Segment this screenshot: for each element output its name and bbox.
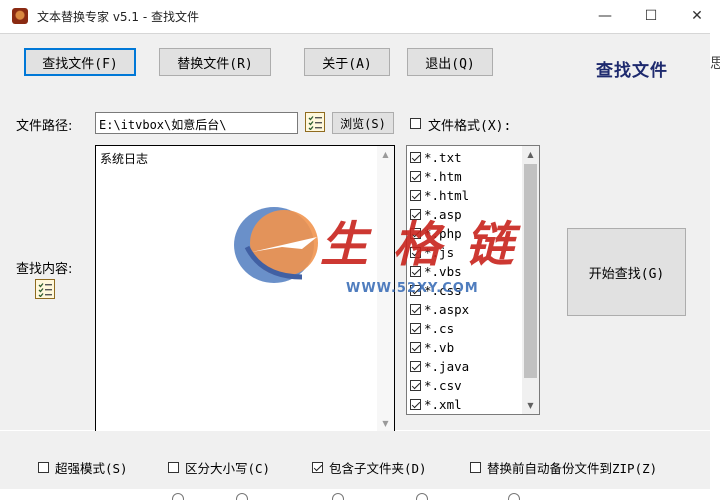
scroll-up-icon[interactable]: ▲ (522, 146, 539, 163)
radio-button[interactable] (416, 493, 428, 500)
format-list-scrollbar[interactable]: ▲ ▼ (522, 146, 539, 414)
format-label: *.vb (424, 340, 455, 355)
format-label: *.htm (424, 169, 462, 184)
super-mode-label: 超强模式(S) (55, 461, 128, 476)
format-item[interactable]: *.vb (410, 338, 522, 357)
format-item[interactable]: *.htm (410, 167, 522, 186)
about-button[interactable]: 关于(A) (304, 48, 390, 76)
replace-files-button[interactable]: 替换文件(R) (159, 48, 271, 76)
radio-button[interactable] (332, 493, 344, 500)
toolbar: 查找文件(F) 替换文件(R) 关于(A) 退出(Q) 查找文件 (0, 33, 710, 91)
scroll-thumb[interactable] (524, 164, 537, 378)
file-path-label: 文件路径: (16, 119, 73, 134)
format-checkbox[interactable] (410, 399, 421, 410)
format-item[interactable]: *.xml (410, 395, 522, 414)
backup-zip-option[interactable]: 替换前自动备份文件到ZIP(Z) (470, 458, 657, 477)
format-checkbox[interactable] (410, 361, 421, 372)
case-sensitive-checkbox[interactable] (168, 462, 179, 473)
browse-button[interactable]: 浏览(S) (332, 112, 394, 134)
radio-button[interactable] (508, 493, 520, 500)
scroll-down-icon[interactable]: ▼ (522, 397, 539, 414)
case-sensitive-label: 区分大小写(C) (185, 461, 271, 476)
bottom-radio-row (0, 489, 720, 500)
format-item[interactable]: *.txt (410, 148, 522, 167)
format-checkbox[interactable] (410, 152, 421, 163)
radio-button[interactable] (236, 493, 248, 500)
minimize-icon: — (598, 8, 612, 24)
watermark-logo: 生 格 链 WWW.52XY.COM (222, 197, 522, 307)
minimize-button[interactable]: — (582, 0, 628, 32)
format-checkbox[interactable] (410, 171, 421, 182)
super-mode-checkbox[interactable] (38, 462, 49, 473)
file-format-label: 文件格式(X): (428, 119, 512, 134)
title-bar: 文本替换专家 v5.1 - 查找文件 — ☐ ✕ (0, 0, 720, 32)
radio-button[interactable] (172, 493, 184, 500)
format-checkbox[interactable] (410, 380, 421, 391)
file-format-checkbox[interactable] (410, 118, 421, 129)
scroll-up-icon[interactable]: ▲ (377, 146, 394, 163)
start-search-button[interactable]: 开始查找(G) (567, 228, 686, 316)
find-files-button[interactable]: 查找文件(F) (24, 48, 136, 76)
format-checkbox[interactable] (410, 323, 421, 334)
format-label: *.csv (424, 378, 462, 393)
checklist-icon[interactable] (305, 112, 325, 132)
scroll-down-icon[interactable]: ▼ (377, 415, 394, 432)
super-mode-option[interactable]: 超强模式(S) (38, 458, 128, 477)
format-label: *.cs (424, 321, 455, 336)
edge-glyph: 思 (710, 56, 720, 72)
watermark-url: WWW.52XY.COM (346, 281, 479, 296)
maximize-icon: ☐ (644, 8, 658, 24)
include-subfolders-option[interactable]: 包含子文件夹(D) (312, 458, 427, 477)
format-label: *.java (424, 359, 470, 374)
log-text: 系统日志 (100, 152, 149, 166)
checklist-icon[interactable] (35, 279, 55, 299)
file-path-input[interactable]: E:\itvbox\如意后台\ (95, 112, 298, 134)
backup-zip-label: 替换前自动备份文件到ZIP(Z) (487, 461, 658, 476)
format-checkbox[interactable] (410, 342, 421, 353)
maximize-button[interactable]: ☐ (628, 0, 674, 32)
watermark-text: 生 格 链 (320, 217, 518, 273)
format-item[interactable]: *.java (410, 357, 522, 376)
page-title: 查找文件 (596, 61, 668, 81)
exit-button[interactable]: 退出(Q) (407, 48, 493, 76)
close-icon: ✕ (691, 8, 703, 24)
include-subfolders-label: 包含子文件夹(D) (329, 461, 427, 476)
options-row: 超强模式(S) 区分大小写(C) 包含子文件夹(D) 替换前自动备份文件到ZIP… (0, 431, 710, 489)
include-subfolders-checkbox[interactable] (312, 462, 323, 473)
app-icon (12, 8, 28, 24)
window-title: 文本替换专家 v5.1 - 查找文件 (37, 10, 199, 24)
close-button[interactable]: ✕ (674, 0, 720, 32)
search-content-label: 查找内容: (16, 262, 73, 277)
backup-zip-checkbox[interactable] (470, 462, 481, 473)
format-label: *.txt (424, 150, 462, 165)
case-sensitive-option[interactable]: 区分大小写(C) (168, 458, 270, 477)
format-item[interactable]: *.csv (410, 376, 522, 395)
format-label: *.xml (424, 397, 462, 412)
format-item[interactable]: *.cs (410, 319, 522, 338)
